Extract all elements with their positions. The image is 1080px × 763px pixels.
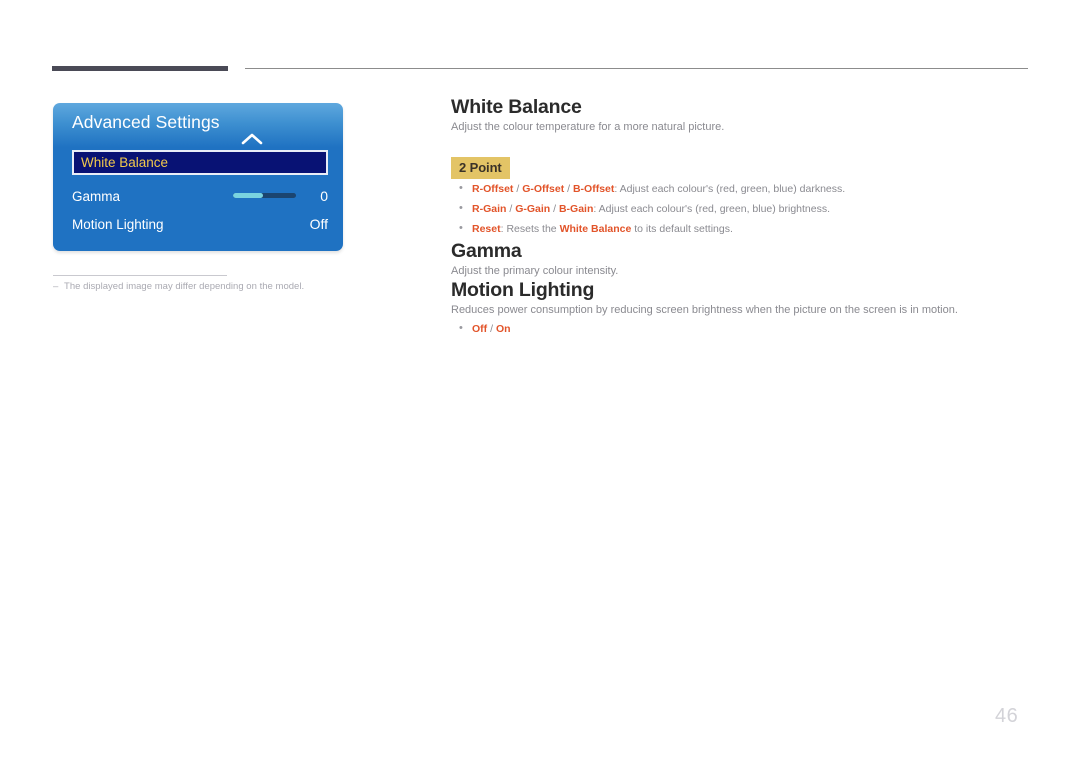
body-white-balance: Adjust the colour temperature for a more… — [451, 121, 725, 133]
gamma-slider-fill — [233, 193, 264, 198]
chip-2-point: 2 Point — [451, 156, 510, 179]
bullet-reset-text-b: to its default settings. — [631, 223, 733, 236]
osd-item-gamma[interactable]: Gamma 0 — [72, 183, 328, 209]
term-separator: / — [564, 182, 573, 195]
option-separator: / — [487, 322, 496, 335]
term-r-offset: R-Offset — [472, 182, 514, 195]
term-white-balance-inline: White Balance — [559, 223, 632, 236]
heading-gamma: Gamma — [451, 239, 522, 262]
term-separator: / — [550, 202, 559, 215]
term-r-gain: R-Gain — [472, 202, 507, 215]
header-rule-thin — [245, 68, 1028, 69]
footnote-text: The displayed image may differ depending… — [64, 281, 305, 292]
bullet-offset-text: : Adjust each colour's (red, green, blue… — [614, 182, 846, 195]
bullet-motion-options: Off / On — [451, 318, 1029, 340]
osd-item-gamma-label: Gamma — [72, 188, 121, 204]
chevron-up-icon — [241, 132, 263, 145]
bullet-offset: R-Offset / G-Offset / B-Offset: Adjust e… — [451, 177, 1029, 199]
content-column: White Balance Adjust the colour temperat… — [451, 96, 1029, 340]
heading-motion-lighting: Motion Lighting — [451, 279, 595, 302]
bullet-reset-text-a: : Resets the — [500, 223, 560, 236]
osd-item-gamma-value: 0 — [320, 188, 328, 204]
gamma-slider[interactable] — [233, 193, 296, 198]
osd-item-white-balance-label: White Balance — [81, 155, 169, 170]
heading-white-balance: White Balance — [451, 96, 582, 118]
osd-item-motion-lighting-label: Motion Lighting — [72, 216, 164, 232]
term-g-offset: G-Offset — [522, 182, 565, 195]
option-off: Off — [472, 322, 488, 335]
term-separator: / — [506, 202, 516, 215]
footnote-dash: – — [53, 281, 59, 292]
osd-menu-title: Advanced Settings — [72, 112, 220, 132]
osd-item-motion-lighting[interactable]: Motion Lighting Off — [72, 211, 328, 237]
bullet-gain: R-Gain / G-Gain / B-Gain: Adjust each co… — [451, 198, 1029, 220]
header-rule-thick — [52, 66, 228, 71]
option-on: On — [495, 322, 511, 335]
osd-menu-panel: Advanced Settings White Balance Gamma 0 … — [53, 103, 343, 251]
bullet-list-white-balance: R-Offset / G-Offset / B-Offset: Adjust e… — [451, 177, 1029, 240]
footnote: – The displayed image may differ dependin… — [53, 281, 383, 292]
term-b-gain: B-Gain — [558, 202, 594, 215]
osd-item-white-balance[interactable]: White Balance — [72, 150, 328, 175]
bullet-gain-text: : Adjust each colour's (red, green, blue… — [593, 202, 831, 215]
body-motion-lighting: Reduces power consumption by reducing sc… — [451, 304, 958, 317]
footnote-divider — [53, 275, 227, 276]
term-reset: Reset — [472, 223, 501, 236]
body-gamma: Adjust the primary colour intensity. — [451, 264, 619, 277]
bullet-reset: Reset: Resets the White Balance to its d… — [451, 218, 1029, 240]
term-b-offset: B-Offset — [572, 182, 615, 195]
term-g-gain: G-Gain — [515, 202, 551, 215]
osd-item-motion-lighting-value: Off — [309, 216, 328, 232]
term-separator: / — [513, 182, 523, 195]
bullet-list-motion-lighting: Off / On — [451, 318, 1029, 340]
page-number: 46 — [995, 705, 1019, 727]
